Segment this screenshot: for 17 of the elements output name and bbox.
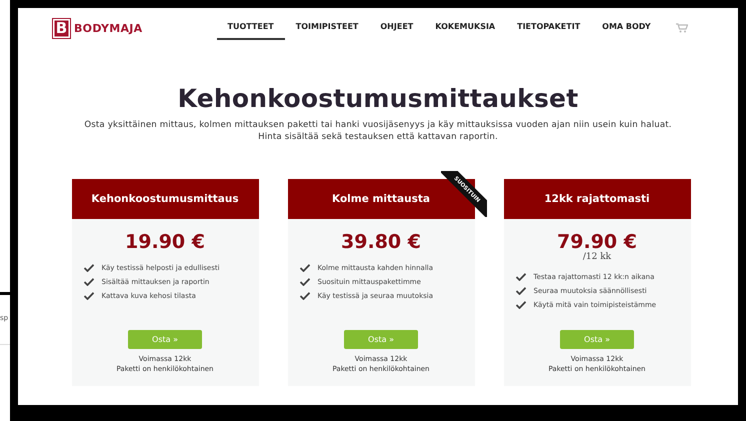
nav-tab[interactable]: TIETOPAKETIT: [506, 16, 592, 40]
nav-tab[interactable]: TUOTTEET: [216, 16, 285, 40]
price: 19.90 €: [125, 231, 205, 253]
page-heading: Kehonkoostumusmittaukset: [176, 84, 580, 113]
price-period: /12 kk: [582, 253, 612, 262]
nav-tab[interactable]: OMA BODY: [591, 16, 662, 40]
cart-icon[interactable]: [676, 23, 688, 33]
price: 39.80 €: [341, 231, 421, 253]
nav-tab[interactable]: KOKEMUKSIA: [424, 16, 506, 40]
price: 79.90 €: [557, 231, 637, 253]
card-title: 12kk rajattomasti: [504, 179, 690, 219]
logo-icon[interactable]: B: [52, 18, 71, 38]
brand-name[interactable]: BODYMAJA: [74, 22, 142, 34]
intro-text: Osta yksittäinen mittaus, kolmen mittauksen paketti tai hanki vuosijäsenyys ja käy mittauksissa vuoden ajan niin usein kuin haluat. Hinta sisältää sekä testauksen että kattavan raportin.: [83, 119, 673, 143]
nav-tab[interactable]: TOIMIPISTEET: [284, 16, 370, 40]
nav-tab[interactable]: OHJEET: [369, 16, 424, 40]
card-title: Kehonkoostumusmittaus: [72, 179, 258, 219]
